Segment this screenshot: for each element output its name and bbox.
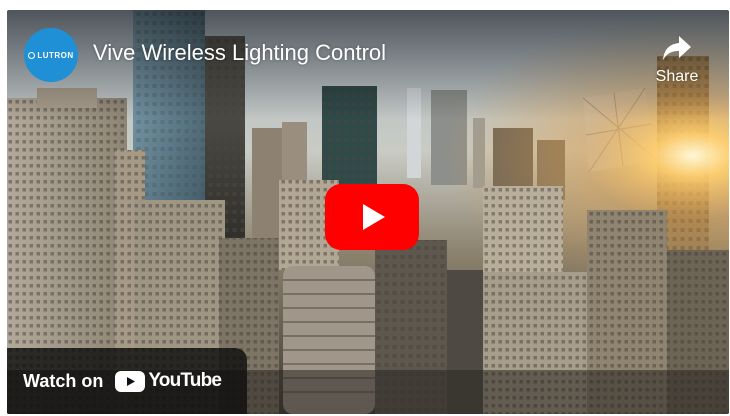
play-button[interactable] [325,184,419,250]
share-label: Share [655,68,699,85]
watch-on-youtube-button[interactable]: Watch on YouTube [7,348,247,414]
youtube-play-icon [325,184,419,250]
channel-name: LUTRON [37,50,74,60]
watch-on-label: Watch on [23,370,104,391]
youtube-logo-icon [115,370,146,392]
youtube-logo: YouTube [115,370,222,392]
share-button[interactable]: Share [647,34,707,104]
channel-avatar[interactable]: LUTRON [24,28,78,82]
video-player[interactable]: LUTRON Vive Wireless Lighting Control Sh… [7,10,729,414]
share-arrow-icon [663,36,691,60]
youtube-wordmark: YouTube [148,370,222,391]
video-title[interactable]: Vive Wireless Lighting Control [93,40,386,66]
lutron-logo-icon [28,51,36,59]
